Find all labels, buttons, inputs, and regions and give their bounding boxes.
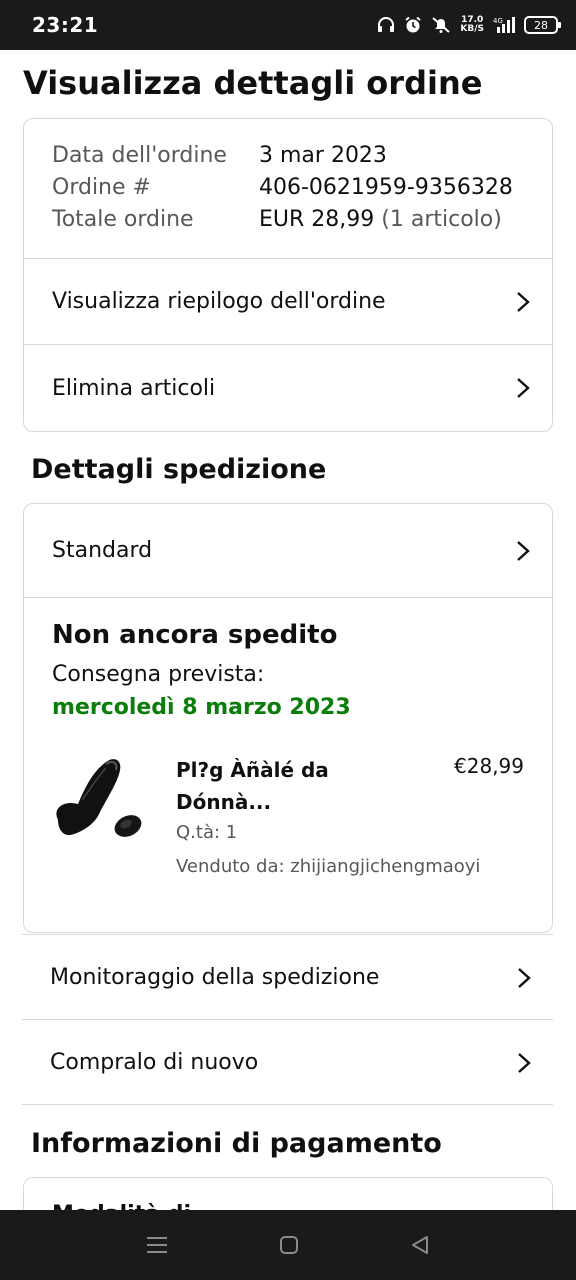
order-item-count: (1 articolo) xyxy=(381,207,502,232)
buy-again-label: Compralo di nuovo xyxy=(50,1050,259,1075)
shipping-card: Standard Non ancora spedito Consegna pre… xyxy=(23,503,553,933)
order-total-row: Totale ordine EUR 28,99 (1 articolo) xyxy=(52,207,552,239)
product-title[interactable]: Pl?g Àñàlé da Dónnà... xyxy=(176,754,376,818)
order-total-value: EUR 28,99 (1 articolo) xyxy=(259,207,502,239)
chevron-right-icon xyxy=(518,1052,531,1073)
order-total-label: Totale ordine xyxy=(52,207,194,232)
status-icons: 17.0 KB/S 4G 28 xyxy=(377,12,561,38)
menu-icon[interactable] xyxy=(146,1235,168,1255)
chevron-right-icon xyxy=(517,378,530,398)
page-title: Visualizza dettagli ordine xyxy=(23,64,483,102)
delete-items-label: Elimina articoli xyxy=(52,375,216,401)
payment-section-title: Informazioni di pagamento xyxy=(31,1128,442,1159)
order-number-row: Ordine # 406-0621959-9356328 xyxy=(52,175,552,207)
alarm-icon xyxy=(405,16,422,33)
order-date-row: Data dell'ordine 3 mar 2023 xyxy=(52,143,552,175)
order-date-value: 3 mar 2023 xyxy=(259,143,387,168)
order-number-value: 406-0621959-9356328 xyxy=(259,175,513,200)
back-icon[interactable] xyxy=(410,1235,430,1255)
delete-items-link[interactable]: Elimina articoli xyxy=(24,345,552,431)
signal-icon: 4G xyxy=(493,17,515,33)
headphones-icon xyxy=(378,17,395,32)
order-date-label: Data dell'ordine xyxy=(52,143,227,168)
payment-card: Modalità di xyxy=(23,1177,553,1210)
order-number-label: Ordine # xyxy=(52,175,151,200)
product-image[interactable] xyxy=(48,750,148,850)
status-bar: 23:21 17.0 KB/S 4G 28 xyxy=(0,0,576,50)
network-type-label: 4G xyxy=(493,17,503,25)
shipping-section-title: Dettagli spedizione xyxy=(31,454,327,485)
order-summary-info: Data dell'ordine 3 mar 2023 Ordine # 406… xyxy=(24,119,552,259)
order-info-card: Data dell'ordine 3 mar 2023 Ordine # 406… xyxy=(23,118,553,432)
page-content[interactable]: Visualizza dettagli ordine Data dell'ord… xyxy=(0,50,576,1210)
divider xyxy=(22,1104,553,1105)
order-total-amount: EUR 28,99 xyxy=(259,207,375,232)
battery-icon: 28 xyxy=(524,16,561,34)
chevron-right-icon xyxy=(518,967,531,988)
chevron-right-icon xyxy=(517,540,530,561)
product-item[interactable]: Pl?g Àñàlé da Dónnà... €28,99 Q.tà: 1 Ve… xyxy=(52,750,524,900)
net-speed: 17.0 KB/S xyxy=(460,15,484,34)
delivery-estimate-date: mercoledì 8 marzo 2023 xyxy=(52,695,351,720)
view-order-summary-link[interactable]: Visualizza riepilogo dell'ordine xyxy=(24,259,552,345)
shipping-method-row[interactable]: Standard xyxy=(24,504,552,598)
track-shipment-label: Monitoraggio della spedizione xyxy=(50,965,380,990)
clock: 23:21 xyxy=(32,13,99,37)
product-seller: Venduto da: zhijiangjichengmaoyi xyxy=(176,856,481,877)
mute-icon xyxy=(432,17,451,33)
payment-method-label: Modalità di xyxy=(52,1202,191,1210)
chevron-right-icon xyxy=(517,291,530,312)
home-icon[interactable] xyxy=(279,1235,299,1255)
buy-again-link[interactable]: Compralo di nuovo xyxy=(22,1019,553,1105)
product-price: €28,99 xyxy=(454,754,524,778)
view-order-summary-label: Visualizza riepilogo dell'ordine xyxy=(52,289,386,314)
shipping-method-label: Standard xyxy=(52,538,153,563)
product-quantity: Q.tà: 1 xyxy=(176,822,238,843)
system-navigation-bar xyxy=(0,1210,576,1280)
delivery-estimate-label: Consegna prevista: xyxy=(52,662,265,687)
shipment-status: Non ancora spedito xyxy=(52,620,338,650)
track-shipment-link[interactable]: Monitoraggio della spedizione xyxy=(22,934,553,1020)
shipment-details: Non ancora spedito Consegna prevista: me… xyxy=(24,598,552,900)
